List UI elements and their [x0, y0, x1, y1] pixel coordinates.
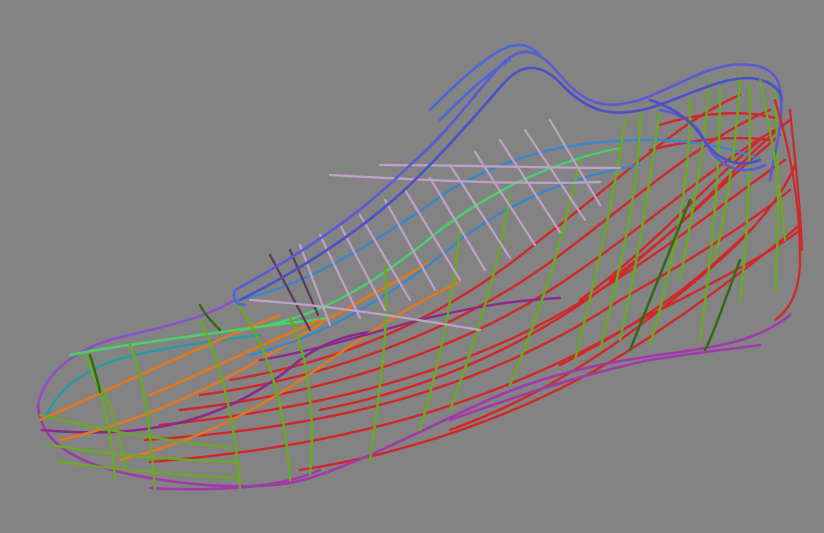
- viewport-background: [0, 0, 824, 533]
- wireframe-viewport: [0, 0, 824, 533]
